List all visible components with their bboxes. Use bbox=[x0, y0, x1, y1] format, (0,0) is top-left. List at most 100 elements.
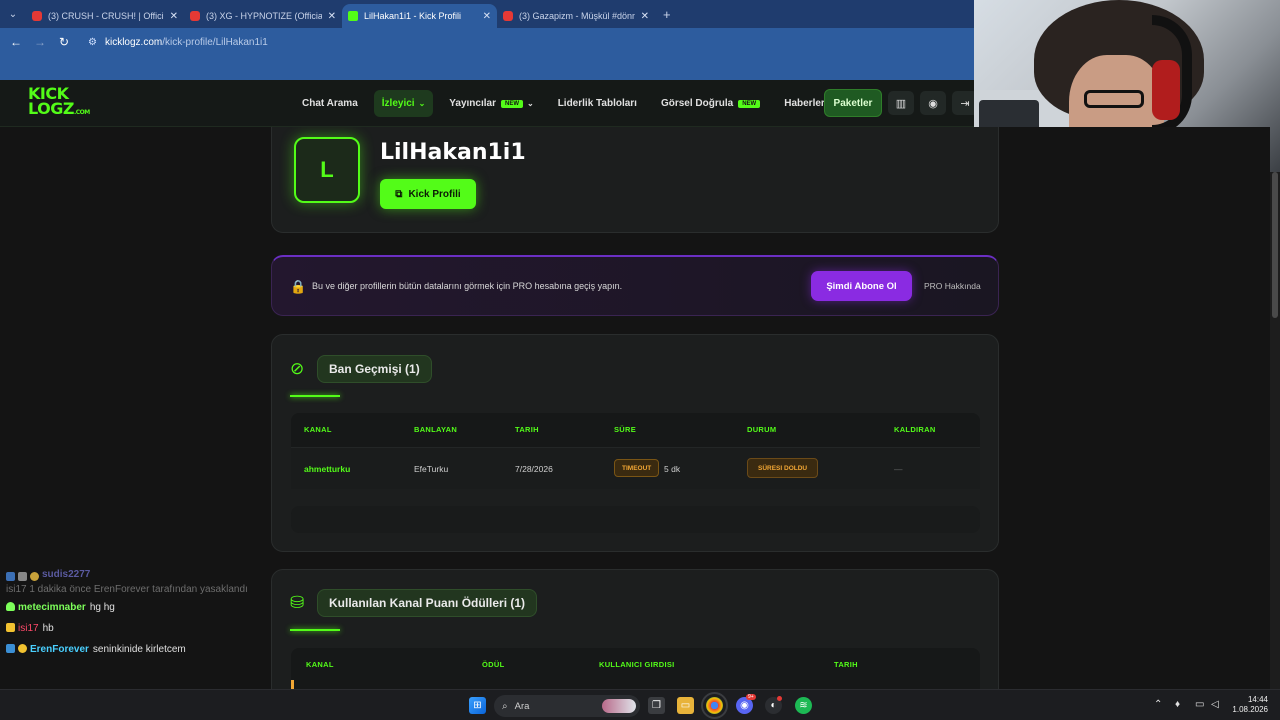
status-label: SÜRESI DOLDU bbox=[758, 464, 808, 472]
chevron-down-icon: ⌄ bbox=[526, 99, 534, 108]
paketler-label: Paketler bbox=[833, 97, 873, 109]
cell-kaldiran: — bbox=[894, 464, 903, 474]
badge-icon bbox=[6, 572, 15, 581]
nav-gorsel-dogrula[interactable]: Görsel Doğrula NEW bbox=[661, 98, 761, 109]
file-explorer-icon[interactable]: ▭ bbox=[677, 697, 694, 714]
paketler-button[interactable]: Paketler bbox=[824, 89, 882, 117]
discord-notification-badge: 9+ bbox=[746, 694, 756, 700]
col-tarih: TARIH bbox=[834, 660, 858, 669]
rewards-card: ⛁ Kullanılan Kanal Puanı Ödülleri (1) KA… bbox=[271, 569, 999, 689]
rewards-title: Kullanılan Kanal Puanı Ödülleri (1) bbox=[317, 589, 538, 617]
webcam-headset-earcup bbox=[1152, 60, 1180, 120]
new-badge: NEW bbox=[738, 99, 761, 108]
cell-banlayan: EfeTurku bbox=[414, 464, 449, 474]
youtube-icon bbox=[503, 11, 513, 21]
nav-label: Chat Arama bbox=[302, 98, 358, 109]
kick-profile-button[interactable]: ⧉ Kick Profili bbox=[380, 179, 476, 209]
taskbar: ⊞ ⌕ Ara ❐ ▭ ◉ 9+ ◐ ≋ ⌃ ♦ ▭ ◁ 14:44 1.08.… bbox=[0, 689, 1280, 720]
site-header: KICK LOGZ.COM Chat Arama İzleyici ⌄ Yayın… bbox=[0, 80, 978, 127]
timeout-label: TIMEOUT bbox=[622, 464, 652, 472]
chat-text: hb bbox=[42, 623, 54, 634]
display-icon[interactable]: ▭ bbox=[1195, 699, 1204, 710]
pro-about-link[interactable]: PRO Hakkında bbox=[924, 281, 981, 291]
webcam-glasses bbox=[1084, 90, 1144, 108]
back-arrow-icon[interactable]: ← bbox=[4, 35, 28, 49]
spotify-icon[interactable]: ≋ bbox=[795, 697, 812, 714]
volume-icon[interactable]: ◁ bbox=[1211, 699, 1219, 710]
browser-tab-4[interactable]: (3) Gazapizm - Müşkül #dönme ✕ bbox=[497, 4, 655, 28]
col-sure: SÜRE bbox=[614, 425, 637, 434]
close-tab-icon[interactable]: ✕ bbox=[641, 11, 649, 22]
chrome-icon[interactable] bbox=[701, 692, 728, 719]
col-odul: ÖDÜL bbox=[482, 660, 505, 669]
close-tab-icon[interactable]: ✕ bbox=[170, 11, 178, 22]
chat-username: sudis2277 bbox=[42, 569, 91, 580]
pro-banner-text: Bu ve diğer profillerin bütün datalarını… bbox=[312, 281, 623, 291]
tab-title: LilHakan1i1 - Kick Profili bbox=[364, 11, 462, 21]
nav-haberler[interactable]: Haberler bbox=[784, 98, 825, 109]
address-bar: ← → ↻ ⚙ kicklogz.com/kick-profile/LilHak… bbox=[0, 28, 974, 56]
nav-liderlik[interactable]: Liderlik Tabloları bbox=[558, 98, 637, 109]
tab-title: (3) XG - HYPNOTIZE (Official M bbox=[206, 11, 322, 21]
lock-icon: 🔒 bbox=[290, 279, 307, 294]
subscribe-label: Şimdi Abone Ol bbox=[826, 280, 897, 292]
reload-icon[interactable]: ↻ bbox=[52, 35, 76, 49]
close-tab-icon[interactable]: ✕ bbox=[483, 11, 491, 22]
clock[interactable]: 14:44 1.08.2026 bbox=[1224, 695, 1268, 715]
nav-chat-arama[interactable]: Chat Arama bbox=[302, 98, 358, 109]
logo-line2: LOGZ bbox=[28, 99, 74, 118]
tab-search-icon[interactable]: ⌄ bbox=[0, 9, 26, 20]
new-badge: NEW bbox=[500, 99, 523, 108]
cell-kanal-link[interactable]: ahmetturku bbox=[304, 464, 350, 474]
new-tab-icon[interactable]: + bbox=[663, 7, 671, 22]
profile-name: LilHakan1i1 bbox=[380, 140, 526, 165]
task-view-icon[interactable]: ❐ bbox=[648, 697, 665, 714]
badge-icon bbox=[6, 623, 15, 632]
badge-icon bbox=[18, 644, 27, 653]
external-link-icon: ⧉ bbox=[395, 188, 403, 200]
nav-label: Haberler bbox=[784, 98, 825, 109]
close-tab-icon[interactable]: ✕ bbox=[328, 11, 336, 22]
logo-suffix: .COM bbox=[73, 109, 90, 116]
browser-tab-3-active[interactable]: LilHakan1i1 - Kick Profili ✕ bbox=[342, 4, 497, 28]
section-title-text: Kullanılan Kanal Puanı Ödülleri (1) bbox=[329, 596, 526, 610]
stats-icon[interactable]: ▥ bbox=[888, 91, 914, 115]
chat-message: metecimnaber hg hg bbox=[0, 597, 300, 618]
table-footer bbox=[291, 506, 980, 533]
youtube-icon bbox=[190, 11, 200, 21]
browser-tab-1[interactable]: (3) CRUSH - CRUSH! | Official M ✕ bbox=[26, 4, 184, 28]
badge-icon bbox=[6, 644, 15, 653]
search-highlight-image bbox=[602, 699, 636, 713]
notification-dot bbox=[777, 696, 782, 701]
tab-title: (3) CRUSH - CRUSH! | Official M bbox=[48, 11, 164, 21]
tray-chevron-icon[interactable]: ⌃ bbox=[1154, 699, 1162, 710]
discord-icon[interactable]: ◉ bbox=[920, 91, 946, 115]
browser-tab-2[interactable]: (3) XG - HYPNOTIZE (Official M ✕ bbox=[184, 4, 342, 28]
chat-text: seninkinide kirletcem bbox=[92, 644, 186, 655]
taskbar-search[interactable]: ⌕ Ara bbox=[494, 695, 640, 717]
kicklogz-logo[interactable]: KICK LOGZ.COM bbox=[28, 86, 90, 120]
chat-username: metecimnaber bbox=[18, 602, 86, 613]
cell-tarih: 7/28/2026 bbox=[515, 464, 553, 474]
main-nav: Chat Arama İzleyici ⌄ Yayıncılar NEW ⌄ Lide… bbox=[302, 80, 849, 127]
site-settings-icon[interactable]: ⚙ bbox=[88, 37, 97, 48]
col-kullanici-girdisi: KULLANICI GIRDISI bbox=[599, 660, 675, 669]
nav-yayincilar[interactable]: Yayıncılar NEW ⌄ bbox=[449, 98, 533, 109]
scrollbar-thumb[interactable] bbox=[1272, 172, 1278, 318]
cell-sure: 5 dk bbox=[664, 464, 681, 474]
section-title-text: Ban Geçmişi (1) bbox=[329, 362, 420, 376]
nav-izleyici[interactable]: İzleyici ⌄ bbox=[373, 90, 434, 117]
profile-card: L LilHakan1i1 ⧉ Kick Profili bbox=[271, 127, 999, 233]
col-kanal: KANAL bbox=[304, 425, 332, 434]
kick-profile-label: Kick Profili bbox=[408, 188, 461, 200]
subscribe-button[interactable]: Şimdi Abone Ol bbox=[811, 271, 912, 301]
badge-icon bbox=[30, 572, 39, 581]
chat-username: isi17 bbox=[18, 623, 39, 634]
microphone-icon[interactable]: ♦ bbox=[1175, 699, 1180, 710]
chat-message: ErenForever seninkinide kirletcem bbox=[0, 639, 300, 660]
windows-start-icon[interactable]: ⊞ bbox=[469, 697, 486, 714]
forward-arrow-icon[interactable]: → bbox=[28, 35, 52, 49]
kick-icon bbox=[348, 11, 358, 21]
screen: { "browser": { "tabs": [ {"title": "(3) … bbox=[0, 0, 1280, 720]
url-field[interactable]: ⚙ kicklogz.com/kick-profile/LilHakan1i1 bbox=[82, 31, 274, 53]
